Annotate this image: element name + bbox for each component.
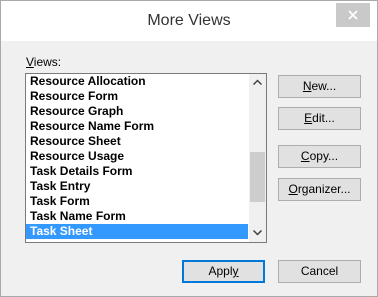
chevron-up-icon xyxy=(253,79,262,85)
organizer-button[interactable]: Organizer... xyxy=(278,178,361,201)
title-bar: More Views xyxy=(1,1,377,41)
edit-view-button[interactable]: Edit... xyxy=(278,107,361,130)
copy-view-button[interactable]: Copy... xyxy=(278,145,361,168)
list-item[interactable]: Resource Name Form xyxy=(26,119,248,134)
dialog-title: More Views xyxy=(147,12,231,29)
scroll-up-button[interactable] xyxy=(249,74,266,91)
list-item[interactable]: Resource Sheet xyxy=(26,134,248,149)
cancel-button[interactable]: Cancel xyxy=(278,260,361,283)
list-item[interactable]: Task Form xyxy=(26,194,248,209)
vertical-scrollbar[interactable] xyxy=(249,74,266,242)
list-item[interactable]: Resource Form xyxy=(26,89,248,104)
list-item[interactable]: Resource Usage xyxy=(26,149,248,164)
scroll-down-button[interactable] xyxy=(249,225,266,242)
list-item-selected[interactable]: Task Sheet xyxy=(26,224,248,239)
list-item[interactable]: Resource Allocation xyxy=(26,74,248,89)
more-views-dialog: More Views Views: Resource Allocation Re… xyxy=(0,0,378,297)
list-item[interactable]: Task Name Form xyxy=(26,209,248,224)
close-icon xyxy=(348,10,358,20)
views-label: Views: xyxy=(26,55,62,69)
list-item[interactable]: Resource Graph xyxy=(26,104,248,119)
apply-button[interactable]: Apply xyxy=(182,260,265,283)
chevron-down-icon xyxy=(253,230,262,236)
list-item[interactable]: Task Details Form xyxy=(26,164,248,179)
scroll-thumb[interactable] xyxy=(250,152,265,202)
views-list: Resource Allocation Resource Form Resour… xyxy=(26,74,248,239)
list-item[interactable]: Task Entry xyxy=(26,179,248,194)
close-button[interactable] xyxy=(336,3,370,27)
new-view-button[interactable]: New... xyxy=(278,75,361,98)
views-listbox[interactable]: Resource Allocation Resource Form Resour… xyxy=(25,73,267,243)
